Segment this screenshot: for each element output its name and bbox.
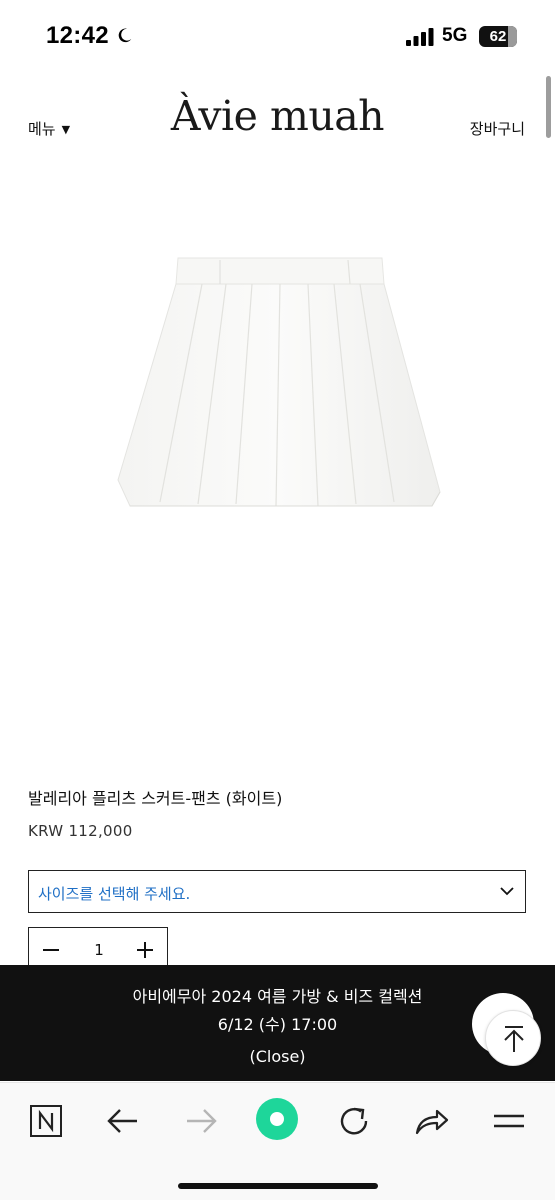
size-select[interactable]: 사이즈를 선택해 주세요. (28, 870, 526, 913)
minus-icon[interactable] (39, 938, 63, 962)
back-icon[interactable] (103, 1101, 143, 1141)
status-bar: 12:42 5G 62 (0, 0, 555, 70)
home-indicator[interactable] (178, 1183, 378, 1189)
share-icon[interactable] (411, 1101, 451, 1141)
status-time: 12:42 (46, 22, 109, 49)
browser-toolbar (0, 1082, 555, 1200)
product-price: KRW 112,000 (28, 822, 133, 840)
quantity-value[interactable]: 1 (85, 941, 113, 959)
plus-icon[interactable] (133, 938, 157, 962)
scroll-top-button[interactable] (485, 1010, 541, 1066)
cart-button[interactable]: 장바구니 (470, 118, 525, 139)
size-select-placeholder: 사이즈를 선택해 주세요. (38, 885, 191, 903)
forward-icon[interactable] (181, 1101, 221, 1141)
naver-icon[interactable] (26, 1101, 66, 1141)
site-header: 메뉴 ▼ Àvie muah 장바구니 (0, 88, 555, 168)
moon-icon (118, 28, 132, 43)
battery-level: 62 (489, 28, 507, 45)
signal-icon (406, 28, 434, 46)
battery-icon: 62 (479, 26, 517, 47)
home-icon[interactable] (255, 1097, 299, 1141)
network-label: 5G (442, 25, 468, 46)
arrow-up-icon (504, 1026, 524, 1052)
product-title: 발레리아 플리츠 스커트-팬츠 (화이트) (28, 789, 283, 808)
banner-close-button[interactable]: (Close) (0, 1047, 555, 1066)
product-image[interactable] (60, 180, 500, 740)
menu-icon[interactable] (489, 1101, 529, 1141)
refresh-icon[interactable] (334, 1101, 374, 1141)
banner-title: 아비에무아 2024 여름 가방 & 비즈 컬렉션 (132, 987, 423, 1006)
chevron-down-icon (500, 887, 514, 896)
